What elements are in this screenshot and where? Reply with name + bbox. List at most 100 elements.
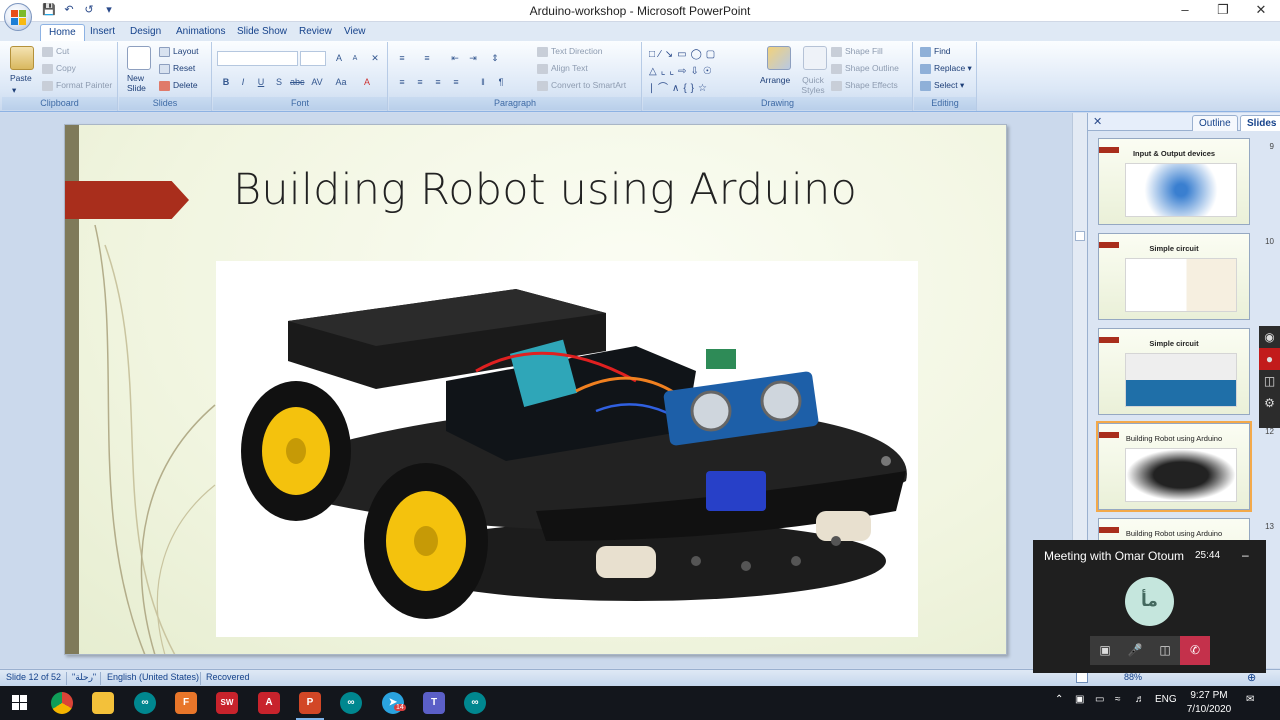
camera-icon[interactable]: ◉ xyxy=(1259,326,1280,348)
line-spacing-icon[interactable]: ⇕ xyxy=(487,51,503,65)
close-button[interactable]: ✕ xyxy=(1242,0,1280,21)
windows-start-icon[interactable] xyxy=(12,695,28,711)
align-left-icon[interactable]: ≡ xyxy=(394,75,410,89)
microphone-icon[interactable]: 🎤 xyxy=(1120,636,1150,665)
tab-design[interactable]: Design xyxy=(122,24,169,41)
tray-app-icon[interactable]: ▣ xyxy=(1075,694,1084,705)
f-app-icon[interactable]: F xyxy=(175,692,197,714)
notifications-icon[interactable]: ✉ xyxy=(1246,694,1254,705)
tray-chevron-icon[interactable]: ⌃ xyxy=(1055,694,1063,705)
record-icon[interactable]: ● xyxy=(1259,348,1280,370)
shape-brace2-icon[interactable]: } xyxy=(691,83,698,94)
tab-slides[interactable]: Slides xyxy=(1240,115,1280,131)
decrease-indent-icon[interactable]: ⇤ xyxy=(447,51,463,65)
shape-curve-icon[interactable]: ⌞ xyxy=(669,66,678,77)
autocad-icon[interactable]: A xyxy=(258,692,280,714)
settings-icon[interactable]: ⚙ xyxy=(1259,392,1280,414)
shape-fill-button[interactable]: Shape Fill xyxy=(831,46,883,57)
redo-icon[interactable]: ↺ xyxy=(82,3,96,17)
share-screen-icon[interactable]: ◫ xyxy=(1150,636,1180,665)
shape-oval-icon[interactable]: ◯ xyxy=(691,49,706,60)
volume-icon[interactable]: ♬ xyxy=(1135,694,1145,705)
teams-icon[interactable]: T xyxy=(423,692,445,714)
shape-freeform-icon[interactable]: ∣ xyxy=(649,83,658,94)
robot-car-image[interactable] xyxy=(216,261,918,637)
rtl-icon[interactable]: ¶ xyxy=(493,75,509,89)
slide-thumbnail[interactable]: Simple circuit xyxy=(1098,233,1250,320)
minimize-button[interactable]: – xyxy=(1166,0,1204,21)
shape-effects-button[interactable]: Shape Effects xyxy=(831,80,898,91)
spacing-icon[interactable]: AV xyxy=(309,75,325,89)
zoom-level[interactable]: 88% xyxy=(1124,672,1142,682)
shape-brace-icon[interactable]: { xyxy=(683,83,690,94)
system-clock[interactable]: 9:27 PM 7/10/2020 xyxy=(1185,689,1233,717)
tab-outline[interactable]: Outline xyxy=(1192,115,1238,131)
font-name-combo[interactable] xyxy=(217,51,298,66)
convert-smartart-button[interactable]: Convert to SmartArt xyxy=(537,80,626,91)
shadow-icon[interactable]: S xyxy=(271,75,287,89)
slide-thumbnail-selected[interactable]: Building Robot using Arduino xyxy=(1096,421,1252,512)
change-case-icon[interactable]: Aa xyxy=(333,75,349,89)
tab-animations[interactable]: Animations xyxy=(168,24,233,41)
reset-button[interactable]: Reset xyxy=(159,63,195,74)
powerpoint-icon[interactable]: P xyxy=(299,692,321,714)
shape-outline-button[interactable]: Shape Outline xyxy=(831,63,899,74)
input-language[interactable]: ENG xyxy=(1155,694,1177,705)
maximize-button[interactable]: ❐ xyxy=(1204,0,1242,21)
cut-button[interactable]: Cut xyxy=(42,46,69,57)
quick-styles-button[interactable]: Quick Styles xyxy=(798,75,828,95)
find-button[interactable]: Find xyxy=(920,46,951,57)
slide-thumbnail[interactable]: Simple circuit xyxy=(1098,328,1250,415)
solidworks-icon[interactable]: SW xyxy=(216,692,238,714)
battery-icon[interactable]: ▭ xyxy=(1095,694,1104,705)
undo-icon[interactable]: ↶ xyxy=(62,3,76,17)
shape-rectangle-icon[interactable]: □ xyxy=(649,49,659,60)
numbering-icon[interactable]: ≡ xyxy=(419,51,435,65)
slide-title[interactable]: Building Robot using Arduino xyxy=(233,165,857,215)
arduino-icon[interactable]: ∞ xyxy=(464,692,486,714)
italic-icon[interactable]: I xyxy=(235,75,251,89)
customize-toolbar-icon[interactable]: ▾ xyxy=(102,3,116,17)
select-button[interactable]: Select ▾ xyxy=(920,80,964,91)
shape-triangle-icon[interactable]: △ xyxy=(649,66,661,77)
shrink-font-icon[interactable]: A xyxy=(347,51,363,65)
font-size-combo[interactable] xyxy=(300,51,326,66)
shape-rect2-icon[interactable]: ▭ xyxy=(677,49,690,60)
normal-view-icon[interactable] xyxy=(1076,672,1088,683)
layout-button[interactable]: Layout xyxy=(159,46,199,57)
align-right-icon[interactable]: ≡ xyxy=(430,75,446,89)
meeting-minimize-button[interactable]: – xyxy=(1242,548,1249,562)
close-panel-icon[interactable]: ✕ xyxy=(1093,115,1102,128)
columns-icon[interactable]: ‖ xyxy=(475,75,491,89)
scrollbar-thumb[interactable] xyxy=(1075,231,1085,241)
current-slide[interactable]: Building Robot using Arduino xyxy=(64,124,1007,655)
tab-home[interactable]: Home xyxy=(40,24,85,41)
replace-button[interactable]: Replace ▾ xyxy=(920,63,972,74)
save-icon[interactable]: 💾 xyxy=(42,3,56,17)
camera-off-icon[interactable]: ▣ xyxy=(1090,636,1120,665)
arduino-icon[interactable]: ∞ xyxy=(340,692,362,714)
tab-review[interactable]: Review xyxy=(291,24,340,41)
shape-wave-icon[interactable]: ∧ xyxy=(672,83,683,94)
shape-right-arrow-icon[interactable]: ⇨ xyxy=(678,66,690,77)
shape-star-icon[interactable]: ☆ xyxy=(698,83,711,94)
new-slide-button[interactable]: New Slide xyxy=(127,73,157,93)
arduino-icon[interactable]: ∞ xyxy=(134,692,156,714)
copy-button[interactable]: Copy xyxy=(42,63,76,74)
font-color-icon[interactable]: A xyxy=(359,75,375,89)
align-center-icon[interactable]: ≡ xyxy=(412,75,428,89)
office-button[interactable] xyxy=(4,3,32,31)
increase-indent-icon[interactable]: ⇥ xyxy=(465,51,481,65)
tab-view[interactable]: View xyxy=(336,24,374,41)
shape-arrow-icon[interactable]: ↘ xyxy=(665,49,677,60)
paste-dropdown-icon[interactable]: ▾ xyxy=(12,85,16,96)
chrome-icon[interactable] xyxy=(51,692,73,714)
delete-button[interactable]: Delete xyxy=(159,80,198,91)
justify-icon[interactable]: ≡ xyxy=(448,75,464,89)
format-painter-button[interactable]: Format Painter xyxy=(42,80,112,91)
grow-font-icon[interactable]: A xyxy=(331,51,347,65)
slide-thumbnail[interactable]: Input & Output devices xyxy=(1098,138,1250,225)
bold-icon[interactable]: B xyxy=(218,75,234,89)
arrange-button[interactable]: Arrange xyxy=(760,75,790,85)
text-direction-button[interactable]: Text Direction xyxy=(537,46,603,57)
